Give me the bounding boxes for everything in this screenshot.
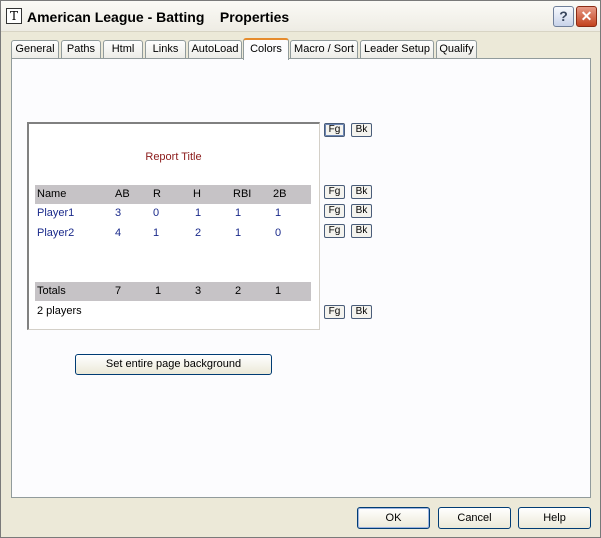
report-preview: Report Title Name AB R H RBI 2B Player1 … <box>27 122 320 330</box>
preview-header-row: Name AB R H RBI 2B <box>35 185 311 204</box>
totals-cell: 2 <box>235 285 242 297</box>
preview-footer-row: 2 players <box>35 302 311 321</box>
preview-report-title: Report Title <box>145 151 202 163</box>
tab-general[interactable]: General <box>11 40 59 59</box>
tab-links[interactable]: Links <box>145 40 186 59</box>
window-title: American League - Batting Properties <box>27 9 290 25</box>
header-cell: 2B <box>273 188 287 200</box>
tab-paths[interactable]: Paths <box>61 40 101 59</box>
row1-bk-button[interactable]: Bk <box>351 204 372 218</box>
app-icon: T <box>6 8 22 24</box>
totals-cell: 3 <box>195 285 202 297</box>
help-icon[interactable]: ? <box>553 6 574 27</box>
player-cell: 4 <box>115 227 122 239</box>
cancel-button[interactable]: Cancel <box>438 507 511 529</box>
totals-cell: Totals <box>37 285 66 297</box>
player-cell: 1 <box>153 227 160 239</box>
totals-cell: 1 <box>275 285 282 297</box>
player-count-label: 2 players <box>37 305 82 317</box>
player-cell: Player2 <box>37 227 75 239</box>
player-cell: 3 <box>115 207 122 219</box>
tab-colors[interactable]: Colors <box>243 38 289 60</box>
header-cell: H <box>193 188 201 200</box>
header-cell: R <box>153 188 161 200</box>
totals-cell: 1 <box>155 285 162 297</box>
header-cell: Name <box>37 188 67 200</box>
tab-macro-sort[interactable]: Macro / Sort <box>290 40 358 59</box>
player-cell: Player1 <box>37 207 75 219</box>
ok-button[interactable]: OK <box>357 507 430 529</box>
totals-cell: 7 <box>115 285 122 297</box>
row2-bk-button[interactable]: Bk <box>351 224 372 238</box>
colors-tab-panel: Report Title Name AB R H RBI 2B Player1 … <box>11 58 591 498</box>
player-cell: 2 <box>195 227 202 239</box>
player-cell: 1 <box>235 207 242 219</box>
tab-html[interactable]: Html <box>103 40 143 59</box>
title-bk-button[interactable]: Bk <box>351 123 372 137</box>
player-cell: 1 <box>235 227 242 239</box>
tab-leader-setup[interactable]: Leader Setup <box>360 40 434 59</box>
properties-dialog: T American League - Batting Properties ?… <box>0 0 601 538</box>
header-cell: AB <box>115 188 130 200</box>
totals-bk-button[interactable]: Bk <box>351 305 372 319</box>
header-fg-button[interactable]: Fg <box>324 185 345 199</box>
player-cell: 0 <box>153 207 160 219</box>
row1-fg-button[interactable]: Fg <box>324 204 345 218</box>
tab-autoload[interactable]: AutoLoad <box>188 40 242 59</box>
close-icon[interactable]: ✕ <box>576 6 597 27</box>
player-cell: 1 <box>275 207 282 219</box>
header-cell: RBI <box>233 188 252 200</box>
header-bk-button[interactable]: Bk <box>351 185 372 199</box>
totals-fg-button[interactable]: Fg <box>324 305 345 319</box>
title-bar[interactable]: T American League - Batting Properties ?… <box>1 1 600 32</box>
preview-player-row: Player1 3 0 1 1 1 <box>35 204 311 223</box>
preview-player-row: Player2 4 1 2 1 0 <box>35 224 311 243</box>
row2-fg-button[interactable]: Fg <box>324 224 345 238</box>
player-cell: 1 <box>195 207 202 219</box>
player-cell: 0 <box>275 227 282 239</box>
title-fg-button[interactable]: Fg <box>324 123 345 137</box>
set-page-background-button[interactable]: Set entire page background <box>75 354 272 375</box>
preview-totals-row: Totals 7 1 3 2 1 <box>35 282 311 301</box>
tab-qualify[interactable]: Qualify <box>436 40 477 59</box>
help-button[interactable]: Help <box>518 507 591 529</box>
